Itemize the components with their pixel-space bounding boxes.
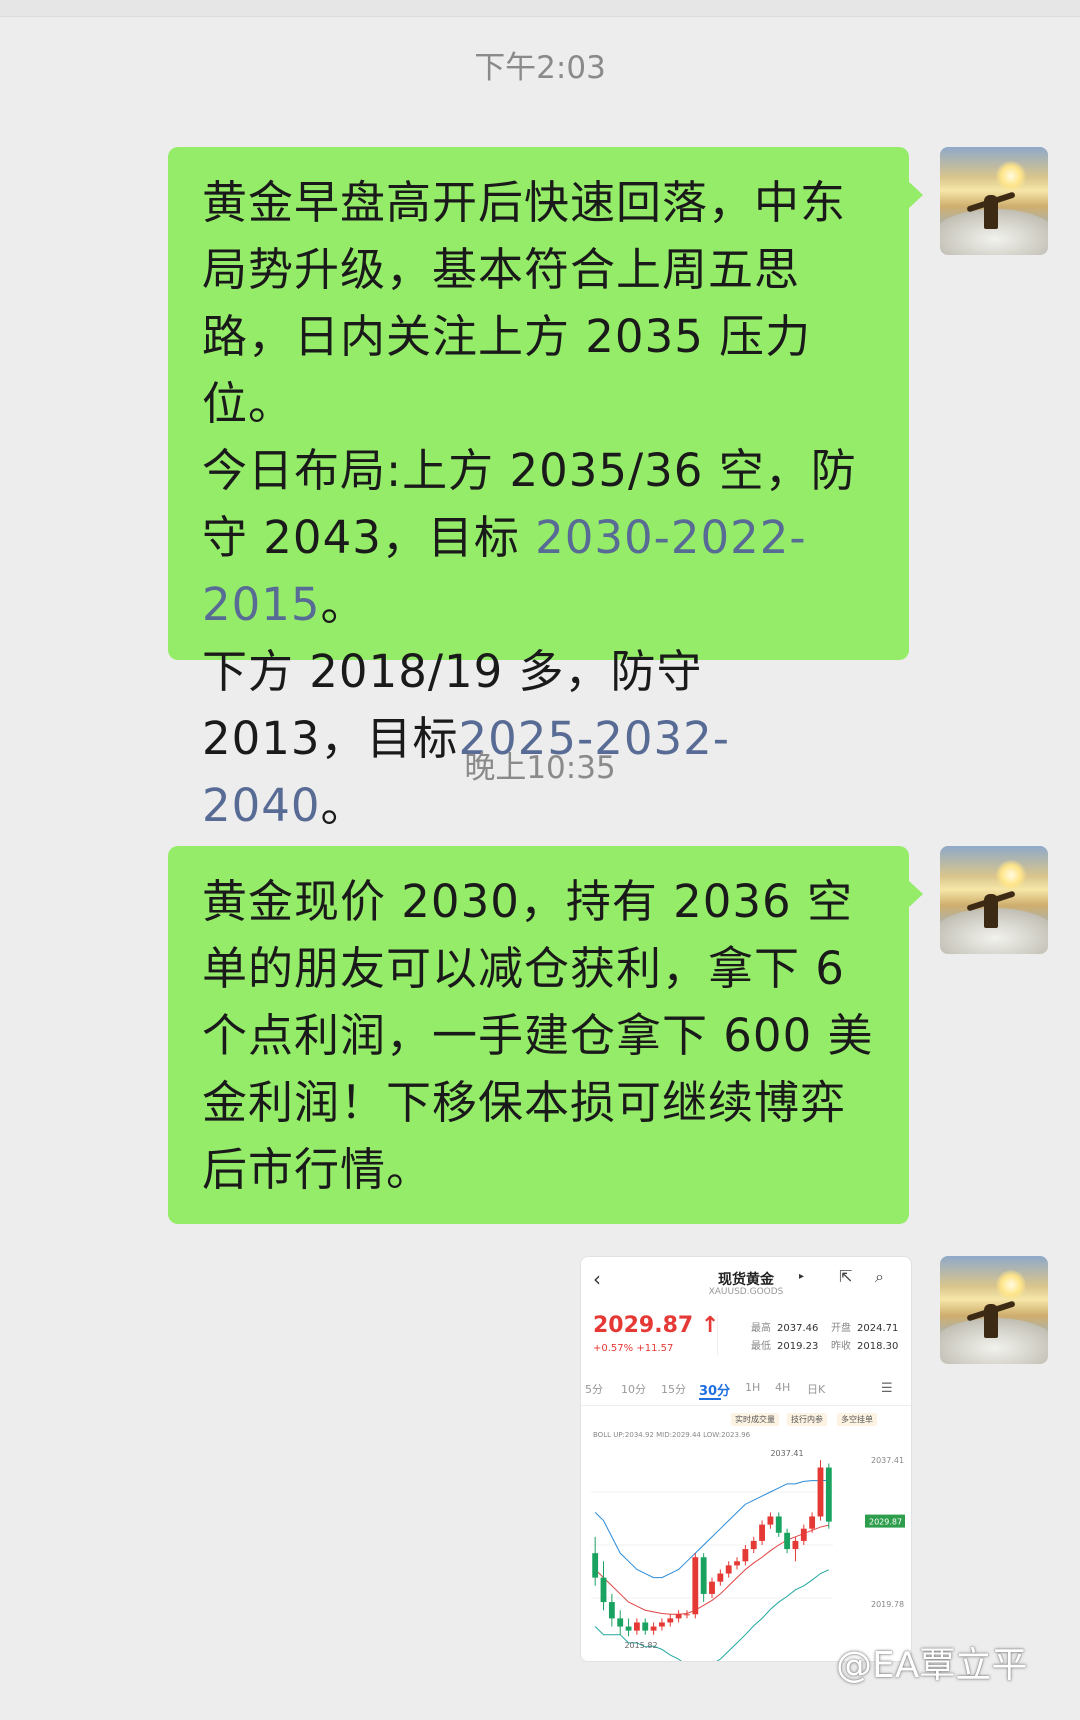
boll-upper-line bbox=[594, 1479, 829, 1579]
chart-screenshot[interactable]: ‹ 现货黄金 ▸ XAUUSD.GOODS ⇱ ⌕ 2029.87 ↑ +0.5… bbox=[580, 1256, 912, 1662]
stat-open: 开盘 2024.71 bbox=[831, 1323, 899, 1334]
tab-15m[interactable]: 15分 bbox=[661, 1381, 686, 1397]
chip[interactable]: 技行内参 bbox=[787, 1413, 827, 1426]
chip[interactable]: 多空挂单 bbox=[837, 1413, 877, 1426]
candle-body bbox=[600, 1577, 607, 1603]
candle-body bbox=[617, 1618, 624, 1627]
sun-glow bbox=[996, 161, 1026, 191]
person bbox=[984, 1304, 998, 1338]
candle-body bbox=[800, 1528, 807, 1541]
divider bbox=[581, 1405, 911, 1406]
caret-right-icon: ▸ bbox=[799, 1271, 805, 1282]
avatar[interactable] bbox=[940, 1256, 1048, 1364]
candle-body bbox=[700, 1557, 707, 1594]
axis-label-current: 2029.87 bbox=[869, 1518, 902, 1527]
share-icon: ⇱ bbox=[839, 1267, 853, 1286]
candle-body bbox=[809, 1516, 816, 1529]
tab-1h[interactable]: 1H bbox=[745, 1381, 760, 1394]
candle-body bbox=[667, 1618, 674, 1623]
candle-body bbox=[742, 1549, 749, 1562]
candle-body bbox=[650, 1626, 657, 1631]
price-change: +0.57% +11.57 bbox=[593, 1343, 674, 1354]
candle-body bbox=[825, 1467, 832, 1522]
candle-body bbox=[608, 1602, 615, 1619]
message-text: 今日布局:上方 2035/36 空，防守 2043，目标 2030-2022-2… bbox=[202, 444, 857, 631]
active-tab-indicator bbox=[699, 1398, 721, 1400]
tab-30m[interactable]: 30分 bbox=[699, 1380, 730, 1399]
watermark: @EA覃立平 bbox=[836, 1645, 1028, 1686]
bubble-tail bbox=[908, 880, 923, 908]
candlestick-chart: 2037.41 2029.87 2019.78 2037.41 2015.82 bbox=[591, 1449, 905, 1661]
candle-body bbox=[784, 1532, 791, 1550]
message-text: 下方 2018/19 多，防守 2013，目标2025-2032-2040。 bbox=[202, 645, 731, 832]
timestamp: 下午2:03 bbox=[474, 50, 606, 86]
top-edge bbox=[0, 0, 1080, 17]
message-bubble[interactable]: 黄金早盘高开后快速回落，中东局势升级，基本符合上周五思路，日内关注上方 2035… bbox=[168, 147, 923, 832]
bubble-tail bbox=[908, 181, 923, 209]
divider bbox=[717, 1315, 718, 1355]
candle-body bbox=[625, 1626, 632, 1631]
candle-body bbox=[684, 1614, 690, 1616]
timestamp: 晚上10:35 bbox=[464, 750, 616, 786]
candle-body bbox=[709, 1581, 715, 1594]
sun-glow bbox=[996, 860, 1026, 890]
axis-label-top: 2037.41 bbox=[871, 1456, 904, 1465]
candle-body bbox=[750, 1540, 757, 1550]
stat-prev-close: 昨收 2018.30 bbox=[831, 1341, 899, 1352]
candle-body bbox=[725, 1565, 732, 1574]
timeframe-tabs: 5分 10分 15分 30分 1H 4H 日K bbox=[585, 1381, 907, 1401]
axis-label-bottom: 2019.78 bbox=[871, 1600, 904, 1609]
search-icon: ⌕ bbox=[875, 1267, 884, 1286]
candle-body bbox=[792, 1540, 799, 1550]
chip[interactable]: 实时成交量 bbox=[731, 1413, 779, 1426]
candle-body bbox=[767, 1516, 774, 1525]
candle-body bbox=[642, 1622, 649, 1631]
candle-body bbox=[633, 1622, 640, 1631]
stat-high: 最高 2037.46 bbox=[751, 1323, 819, 1334]
candle-body bbox=[759, 1524, 765, 1541]
candle-body bbox=[775, 1516, 782, 1533]
candle-body bbox=[675, 1614, 682, 1619]
person bbox=[984, 195, 998, 229]
stat-low: 最低 2019.23 bbox=[751, 1341, 819, 1352]
avatar[interactable] bbox=[940, 846, 1048, 954]
tab-4h[interactable]: 4H bbox=[775, 1381, 790, 1394]
chart-subtitle: XAUUSD.GOODS bbox=[708, 1287, 784, 1297]
candle-body bbox=[734, 1561, 740, 1566]
candle-body bbox=[817, 1467, 824, 1517]
sun-glow bbox=[996, 1270, 1026, 1300]
menu-icon[interactable]: ☰ bbox=[881, 1381, 893, 1396]
boll-mid-line bbox=[594, 1524, 829, 1615]
high-annotation: 2037.41 bbox=[770, 1449, 803, 1458]
message-bubble[interactable]: 黄金现价 2030，持有 2036 空单的朋友可以减仓获利，拿下 6 个点利润，… bbox=[168, 846, 923, 1224]
tab-5m[interactable]: 5分 bbox=[585, 1381, 603, 1397]
candle-body bbox=[717, 1573, 724, 1582]
candle-body bbox=[692, 1557, 699, 1615]
low-annotation: 2015.82 bbox=[624, 1641, 657, 1650]
person bbox=[984, 894, 998, 928]
current-price: 2029.87 ↑ bbox=[593, 1313, 720, 1338]
candle-body bbox=[659, 1622, 665, 1627]
tab-10m[interactable]: 10分 bbox=[621, 1381, 646, 1397]
message-text: 黄金现价 2030，持有 2036 空单的朋友可以减仓获利，拿下 6 个点利润，… bbox=[202, 875, 874, 1196]
candle-body bbox=[592, 1553, 599, 1578]
message-text: 黄金早盘高开后快速回落，中东局势升级，基本符合上周五思路，日内关注上方 2035… bbox=[202, 176, 847, 430]
chart-title: 现货黄金 bbox=[718, 1272, 774, 1288]
tab-daily[interactable]: 日K bbox=[807, 1381, 825, 1397]
avatar[interactable] bbox=[940, 147, 1048, 255]
